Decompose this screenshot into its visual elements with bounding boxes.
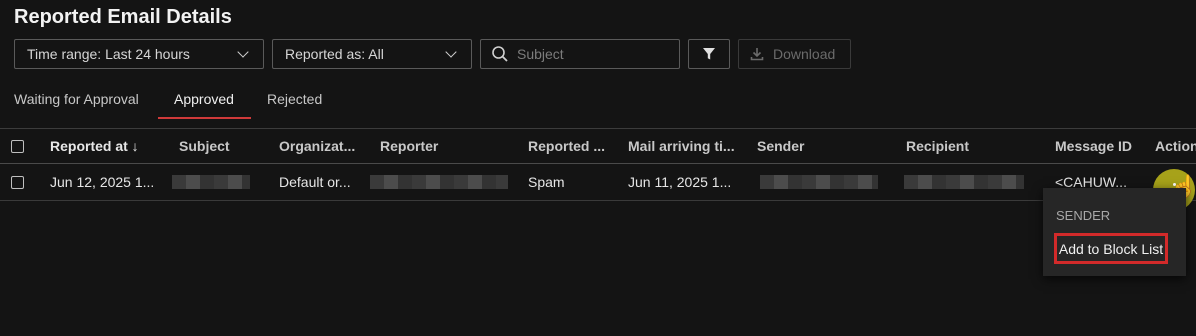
- action-context-menu: SENDER Add to Block List: [1043, 188, 1186, 276]
- filter-button[interactable]: [688, 39, 730, 69]
- time-range-dropdown[interactable]: Time range: Last 24 hours: [14, 39, 264, 69]
- column-header-recipient[interactable]: Recipient: [906, 129, 969, 163]
- column-header-sender[interactable]: Sender: [757, 129, 804, 163]
- cell-mail-arriving: Jun 11, 2025 1...: [628, 174, 732, 190]
- row-checkbox[interactable]: [11, 164, 24, 200]
- download-label: Download: [773, 46, 836, 62]
- menu-section-label: SENDER: [1056, 208, 1111, 223]
- cell-reported-at: Jun 12, 2025 1...: [50, 174, 155, 190]
- cell-reporter-redacted: [370, 164, 508, 200]
- column-header-organization[interactable]: Organizat...: [279, 129, 355, 163]
- select-all-checkbox[interactable]: [11, 129, 24, 163]
- column-header-subject[interactable]: Subject: [179, 129, 230, 163]
- search-icon: [492, 46, 508, 62]
- column-header-mail-arriving-time[interactable]: Mail arriving ti...: [628, 129, 735, 163]
- download-icon: [750, 48, 764, 61]
- active-tab-indicator: [158, 117, 251, 119]
- reported-as-dropdown[interactable]: Reported as: All: [272, 39, 472, 69]
- tab-rejected[interactable]: Rejected: [267, 91, 322, 107]
- page-title: Reported Email Details: [14, 6, 232, 28]
- subject-search-box[interactable]: [480, 39, 680, 69]
- cell-organization: Default or...: [279, 174, 351, 190]
- column-header-reporter[interactable]: Reporter: [380, 129, 438, 163]
- cell-recipient-redacted: [904, 164, 1024, 200]
- download-button[interactable]: Download: [738, 39, 851, 69]
- table-row[interactable]: Jun 12, 2025 1... Default or... Spam Jun…: [0, 164, 1196, 201]
- chevron-down-icon: [445, 46, 457, 58]
- tab-approved[interactable]: Approved: [174, 91, 234, 107]
- tab-waiting-for-approval[interactable]: Waiting for Approval: [14, 91, 139, 107]
- reported-as-label: Reported as: All: [285, 46, 384, 62]
- table-header: Reported at ↓ Subject Organizat... Repor…: [0, 128, 1196, 164]
- time-range-label: Time range: Last 24 hours: [27, 46, 190, 62]
- column-header-action: Action: [1155, 138, 1196, 154]
- cell-sender-redacted: [760, 164, 878, 200]
- cell-subject-redacted: [172, 164, 250, 200]
- cell-reported-as: Spam: [528, 174, 565, 190]
- column-header-reported-at[interactable]: Reported at ↓: [50, 129, 139, 163]
- column-header-reported-as[interactable]: Reported ...: [528, 129, 605, 163]
- subject-search-input[interactable]: [515, 45, 669, 63]
- column-header-message-id[interactable]: Message ID: [1055, 129, 1132, 163]
- add-to-block-list-menu-item[interactable]: Add to Block List: [1054, 233, 1168, 264]
- chevron-down-icon: [237, 46, 249, 58]
- filter-icon: [703, 48, 715, 60]
